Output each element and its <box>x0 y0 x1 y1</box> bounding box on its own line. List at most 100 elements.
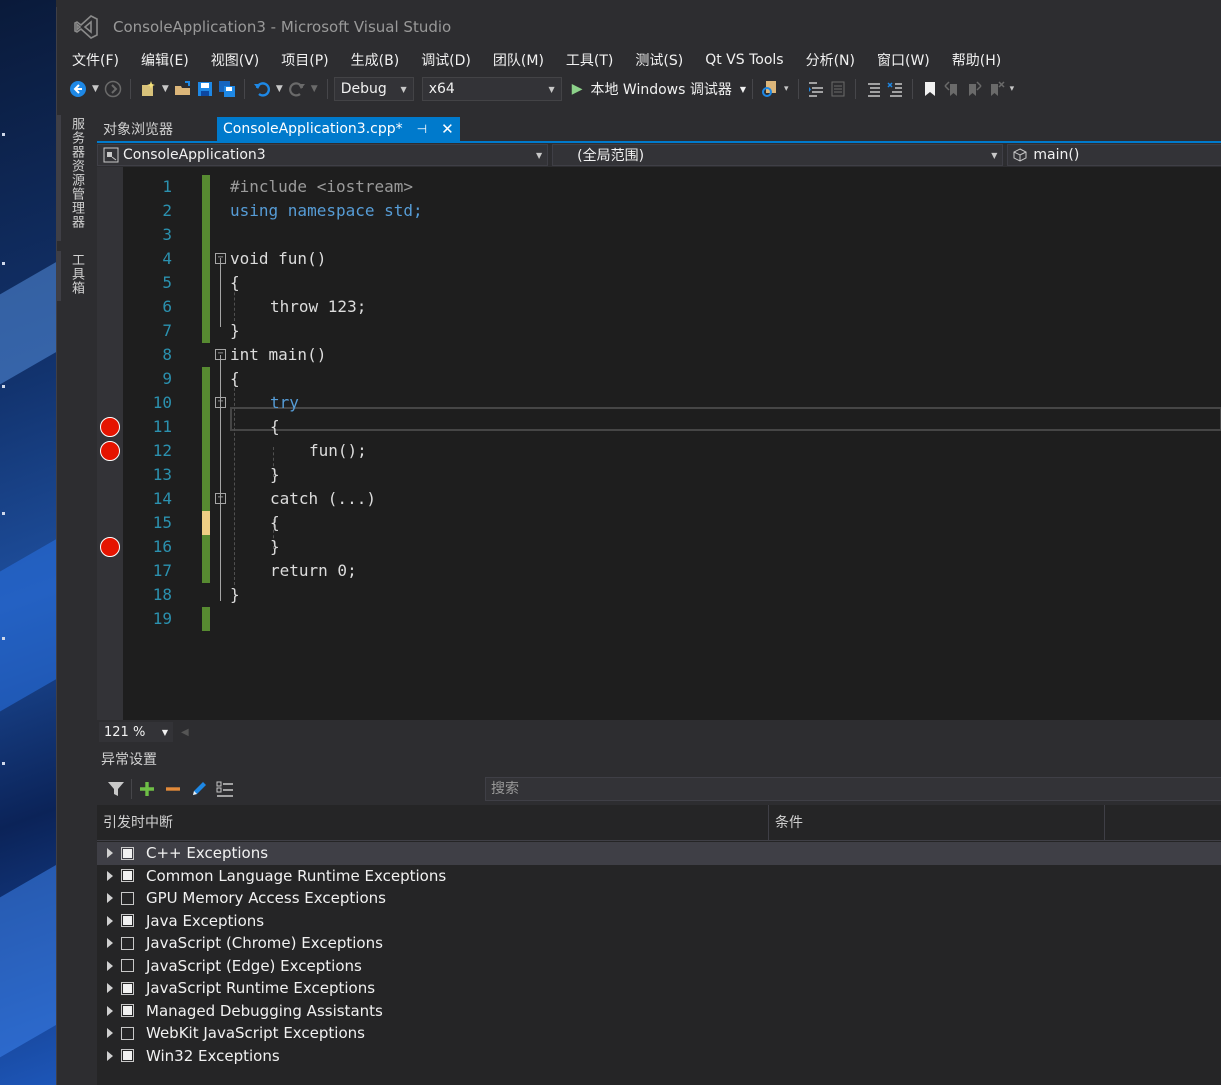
pin-icon[interactable]: ⊣ <box>417 122 427 136</box>
save-all-button[interactable] <box>216 77 238 101</box>
menu-analyze[interactable]: 分析(N) <box>795 50 866 70</box>
exception-checkbox[interactable] <box>121 959 134 973</box>
navigate-back-button[interactable] <box>67 77 89 101</box>
toolbox-tab[interactable]: 工具箱 <box>67 253 86 295</box>
menu-file[interactable]: 文件(F) <box>61 50 130 70</box>
collapse-icon[interactable]: − <box>215 493 226 504</box>
breakpoint-icon[interactable] <box>100 441 120 461</box>
project-select[interactable]: ConsoleApplication3 ▼ <box>97 144 549 166</box>
exception-checkbox[interactable] <box>121 1049 134 1063</box>
exception-checkbox[interactable] <box>121 846 134 860</box>
expand-arrow-icon[interactable] <box>107 1028 113 1039</box>
chevron-down-icon[interactable]: ▾ <box>784 84 789 94</box>
delete-exception-button[interactable] <box>162 778 184 800</box>
exception-checkbox[interactable] <box>121 869 134 883</box>
exception-checkbox[interactable] <box>121 936 134 950</box>
comment-button[interactable] <box>862 77 884 101</box>
chevron-down-icon[interactable]: ▼ <box>740 85 746 94</box>
close-icon[interactable]: ✕ <box>441 120 454 138</box>
menu-edit[interactable]: 编辑(E) <box>130 50 200 70</box>
table-row[interactable]: GPU Memory Access Exceptions <box>97 887 1221 910</box>
collapse-icon[interactable]: − <box>215 397 226 408</box>
menu-window[interactable]: 窗口(W) <box>866 50 941 70</box>
menu-test[interactable]: 测试(S) <box>624 50 694 70</box>
table-row[interactable]: Managed Debugging Assistants <box>97 1000 1221 1023</box>
expand-arrow-icon[interactable] <box>107 915 113 926</box>
clear-bookmarks-button[interactable] <box>985 77 1007 101</box>
exception-checkbox[interactable] <box>121 1026 134 1040</box>
edit-condition-button[interactable] <box>188 778 210 800</box>
code-editor[interactable]: 1 #include <iostream> 2 using namespace … <box>97 167 1221 720</box>
chevron-down-icon[interactable]: ▼ <box>162 84 169 94</box>
menu-tools[interactable]: 工具(T) <box>555 50 624 70</box>
exception-search-input[interactable] <box>485 777 1221 801</box>
restore-defaults-button[interactable] <box>214 778 236 800</box>
redo-button[interactable] <box>286 77 308 101</box>
menu-view[interactable]: 视图(V) <box>200 50 271 70</box>
member-select[interactable]: main() <box>1007 144 1221 166</box>
server-explorer-tab[interactable]: 服务器资源管理器 <box>67 117 86 229</box>
menu-qt-vs-tools[interactable]: Qt VS Tools <box>694 52 794 68</box>
menu-project[interactable]: 项目(P) <box>270 50 339 70</box>
chevron-down-icon[interactable]: ▼ <box>311 84 318 94</box>
collapse-icon[interactable]: − <box>215 349 226 360</box>
expand-arrow-icon[interactable] <box>107 1005 113 1016</box>
column-break-when-thrown[interactable]: 引发时中断 <box>97 804 769 841</box>
tab-console-application-cpp[interactable]: ConsoleApplication3.cpp* ⊣ ✕ <box>217 117 460 141</box>
navigate-forward-button[interactable] <box>102 77 124 101</box>
menu-team[interactable]: 团队(M) <box>482 50 555 70</box>
menu-debug[interactable]: 调试(D) <box>410 50 482 70</box>
expand-arrow-icon[interactable] <box>107 938 113 949</box>
save-button[interactable] <box>194 77 216 101</box>
tab-object-browser[interactable]: 对象浏览器 <box>97 117 179 141</box>
expand-arrow-icon[interactable] <box>107 960 113 971</box>
toolbar-overflow-icon[interactable]: ▾ <box>1010 84 1015 94</box>
table-row[interactable]: Java Exceptions <box>97 910 1221 933</box>
menu-help[interactable]: 帮助(H) <box>941 50 1012 70</box>
table-row[interactable]: Win32 Exceptions <box>97 1045 1221 1068</box>
breakpoint-icon[interactable] <box>100 417 120 437</box>
start-debugging-button[interactable]: ▶ 本地 Windows 调试器 ▼ <box>572 79 746 99</box>
find-in-files-button[interactable] <box>759 77 781 101</box>
table-row[interactable]: WebKit JavaScript Exceptions <box>97 1022 1221 1045</box>
breakpoint-icon[interactable] <box>100 537 120 557</box>
exception-checkbox[interactable] <box>121 891 134 905</box>
undo-button[interactable] <box>251 77 273 101</box>
previous-bookmark-button[interactable] <box>941 77 963 101</box>
toggle-bookmark-button[interactable] <box>919 77 941 101</box>
scope-select[interactable]: (全局范围) ▼ <box>552 144 1004 166</box>
document-tab-strip: 对象浏览器 ConsoleApplication3.cpp* ⊣ ✕ <box>97 115 1221 141</box>
chevron-down-icon[interactable]: ▼ <box>92 84 99 94</box>
uncomment-button[interactable] <box>884 77 906 101</box>
expand-arrow-icon[interactable] <box>107 893 113 904</box>
exception-checkbox[interactable] <box>121 1004 134 1018</box>
collapse-icon[interactable]: − <box>215 253 226 264</box>
expand-arrow-icon[interactable] <box>107 870 113 881</box>
menu-build[interactable]: 生成(B) <box>340 50 411 70</box>
table-row[interactable]: JavaScript (Edge) Exceptions <box>97 955 1221 978</box>
filter-button[interactable] <box>105 778 127 800</box>
expand-arrow-icon[interactable] <box>107 983 113 994</box>
table-row[interactable]: JavaScript Runtime Exceptions <box>97 977 1221 1000</box>
next-bookmark-icon <box>968 81 982 96</box>
table-row[interactable]: Common Language Runtime Exceptions <box>97 865 1221 888</box>
chevron-down-icon[interactable]: ▼ <box>276 84 283 94</box>
zoom-level-select[interactable]: 121 % ▼ <box>99 722 173 742</box>
solution-configuration-select[interactable]: Debug ▼ <box>333 77 414 101</box>
open-file-button[interactable] <box>172 77 194 101</box>
exception-checkbox[interactable] <box>121 914 134 928</box>
table-row[interactable]: JavaScript (Chrome) Exceptions <box>97 932 1221 955</box>
line-number: 13 <box>152 465 172 484</box>
column-conditions[interactable]: 条件 <box>769 804 1105 841</box>
expand-arrow-icon[interactable] <box>107 1050 113 1061</box>
next-bookmark-button[interactable] <box>963 77 985 101</box>
scroll-left-icon[interactable]: ◀ <box>181 727 189 738</box>
exception-checkbox[interactable] <box>121 981 134 995</box>
step-over-button[interactable] <box>805 77 827 101</box>
solution-platform-select[interactable]: x64 ▼ <box>421 77 562 101</box>
outdent-button[interactable] <box>827 77 849 101</box>
expand-arrow-icon[interactable] <box>107 848 113 859</box>
add-exception-button[interactable] <box>136 778 158 800</box>
table-row[interactable]: C++ Exceptions <box>97 842 1221 865</box>
new-project-button[interactable] <box>137 77 159 101</box>
